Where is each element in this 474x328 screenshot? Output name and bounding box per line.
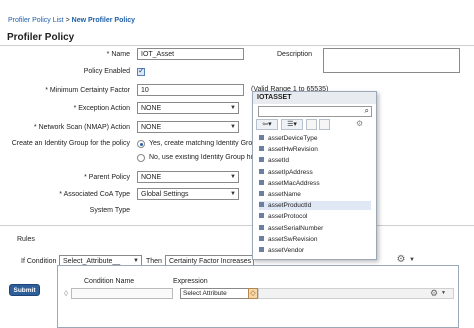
identity-no-radio[interactable] bbox=[137, 154, 145, 162]
attribute-item-label: assetSwRevision bbox=[268, 235, 318, 243]
condition-name-input[interactable] bbox=[71, 288, 173, 299]
if-condition-value: Select_Attribute__ bbox=[63, 258, 121, 265]
diamond-icon: ◊ bbox=[64, 289, 68, 298]
chevron-down-icon: ▼ bbox=[230, 105, 236, 111]
attribute-icon bbox=[259, 135, 264, 140]
condition-editor: Condition Name Expression ◊ Select Attri… bbox=[57, 265, 459, 328]
identity-yes-radio[interactable] bbox=[137, 140, 145, 148]
breadcrumb-separator: > bbox=[65, 17, 70, 24]
submit-button[interactable]: Submit bbox=[9, 284, 40, 296]
list-view-icon[interactable]: ☰▾ bbox=[281, 119, 303, 130]
policy-enabled-label: Policy Enabled bbox=[83, 68, 130, 75]
coa-type-label: * Associated CoA Type bbox=[59, 191, 130, 198]
attribute-item-label: assetVendor bbox=[268, 247, 305, 254]
attribute-icon bbox=[259, 247, 264, 252]
coa-type-select[interactable]: Global Settings ▼ bbox=[137, 188, 239, 200]
attribute-list-item[interactable]: assetDeviceType bbox=[259, 134, 371, 143]
attribute-list-item[interactable]: assetSwRevision bbox=[259, 235, 371, 244]
identity-no-label: No, use existing Identity Group hi bbox=[149, 154, 252, 161]
coa-type-value: Global Settings bbox=[141, 191, 189, 198]
exception-action-label: * Exception Action bbox=[73, 105, 130, 112]
search-icon: ⌕ bbox=[364, 106, 369, 115]
nmap-action-label: * Network Scan (NMAP) Action bbox=[33, 124, 130, 131]
attribute-item-label: assetMacAddress bbox=[268, 179, 320, 187]
chevron-down-icon[interactable]: ▼ bbox=[441, 290, 446, 296]
policy-enabled-checkbox[interactable] bbox=[137, 66, 145, 76]
expression-value-field[interactable] bbox=[258, 288, 454, 299]
name-input[interactable]: IOT_Asset bbox=[137, 48, 244, 60]
attribute-picker-popup: IOTASSET ⌕ ⇦▾ ☰▾ ⚙ assetDeviceType assetH… bbox=[252, 91, 377, 260]
system-type-label: System Type bbox=[89, 207, 130, 214]
page-title: Profiler Policy bbox=[7, 32, 75, 43]
blank-toolbar-button[interactable] bbox=[306, 119, 317, 130]
condition-name-header: Condition Name bbox=[84, 278, 135, 285]
expression-header: Expression bbox=[173, 278, 208, 285]
then-value: Certainty Factor Increases bbox=[169, 258, 252, 265]
mcf-input[interactable]: 10 bbox=[137, 84, 244, 96]
attribute-list-item[interactable]: assetSerialNumber bbox=[259, 224, 371, 233]
attribute-list-item[interactable]: assetName bbox=[259, 190, 371, 199]
parent-policy-label: * Parent Policy bbox=[84, 174, 130, 181]
attribute-item-label: assetProductId bbox=[268, 202, 312, 210]
attribute-item-label: assetSerialNumber bbox=[268, 224, 324, 232]
attribute-list-item[interactable]: assetHwRevision bbox=[259, 145, 371, 154]
back-arrow-icon[interactable]: ⇦▾ bbox=[256, 119, 278, 130]
if-condition-label: If Condition bbox=[21, 258, 57, 265]
attribute-icon bbox=[259, 213, 264, 219]
exception-action-select[interactable]: NONE ▼ bbox=[137, 102, 239, 114]
gear-icon[interactable]: ⚙ bbox=[356, 119, 363, 128]
chevron-down-icon[interactable]: ▼ bbox=[409, 257, 415, 263]
attribute-item-label: assetHwRevision bbox=[268, 146, 318, 154]
attribute-icon bbox=[259, 191, 264, 196]
attribute-item-label: assetDeviceType bbox=[268, 135, 318, 142]
breadcrumb: Profiler Policy List > New Profiler Poli… bbox=[8, 17, 135, 24]
chevron-down-icon: ▼ bbox=[230, 174, 236, 180]
attribute-icon bbox=[259, 168, 264, 174]
chevron-down-icon: ▼ bbox=[230, 124, 236, 130]
blank-toolbar-button[interactable] bbox=[319, 119, 330, 130]
identity-group-label: Create an Identity Group for the policy bbox=[11, 140, 130, 147]
attribute-icon bbox=[259, 202, 264, 208]
breadcrumb-parent-link[interactable]: Profiler Policy List bbox=[8, 17, 64, 24]
attribute-list-item[interactable]: assetIpAddress bbox=[259, 168, 371, 177]
description-textarea[interactable] bbox=[323, 48, 460, 73]
attribute-picker-title: IOTASSET bbox=[253, 92, 376, 104]
rules-divider bbox=[0, 225, 474, 226]
attribute-item-label: assetIpAddress bbox=[268, 168, 313, 176]
name-label: * Name bbox=[106, 51, 130, 58]
exception-action-value: NONE bbox=[141, 105, 162, 112]
attribute-list-item[interactable]: assetMacAddress bbox=[259, 179, 371, 188]
gear-icon[interactable]: ⚙ bbox=[428, 287, 440, 299]
attribute-item-label: assetProtocol bbox=[268, 213, 308, 221]
parent-policy-value: NONE bbox=[141, 174, 162, 181]
nmap-action-select[interactable]: NONE ▼ bbox=[137, 121, 239, 133]
attribute-icon bbox=[259, 235, 264, 241]
attribute-picker-toolbar: ⇦▾ ☰▾ ⚙ bbox=[256, 119, 373, 131]
attribute-list-item[interactable]: assetProductId bbox=[259, 201, 371, 211]
attribute-icon bbox=[259, 157, 264, 163]
breadcrumb-current: New Profiler Policy bbox=[71, 17, 136, 24]
attribute-icon bbox=[259, 179, 264, 185]
attribute-item-label: assetName bbox=[268, 191, 301, 198]
identity-yes-label: Yes, create matching Identity Grou bbox=[149, 140, 252, 147]
expression-select[interactable]: Select Attribute bbox=[180, 288, 250, 299]
attribute-list-item[interactable]: assetProtocol bbox=[259, 212, 371, 221]
attribute-search-input[interactable]: ⌕ bbox=[258, 106, 372, 117]
mcf-label: * Minimum Certainty Factor bbox=[45, 87, 130, 94]
attribute-icon bbox=[259, 146, 264, 152]
then-label: Then bbox=[146, 258, 162, 265]
expression-picker-icon[interactable]: ◇ bbox=[248, 288, 258, 299]
attribute-list-item[interactable]: assetVendor bbox=[259, 246, 371, 255]
attribute-icon bbox=[259, 224, 264, 230]
title-divider bbox=[0, 45, 474, 46]
nmap-action-value: NONE bbox=[141, 124, 162, 131]
rules-heading: Rules bbox=[17, 236, 35, 243]
description-label: Description bbox=[277, 51, 313, 58]
attribute-item-label: assetId bbox=[268, 157, 289, 165]
parent-policy-select[interactable]: NONE ▼ bbox=[137, 171, 239, 183]
attribute-list-item[interactable]: assetId bbox=[259, 156, 371, 165]
chevron-down-icon: ▼ bbox=[230, 191, 236, 197]
